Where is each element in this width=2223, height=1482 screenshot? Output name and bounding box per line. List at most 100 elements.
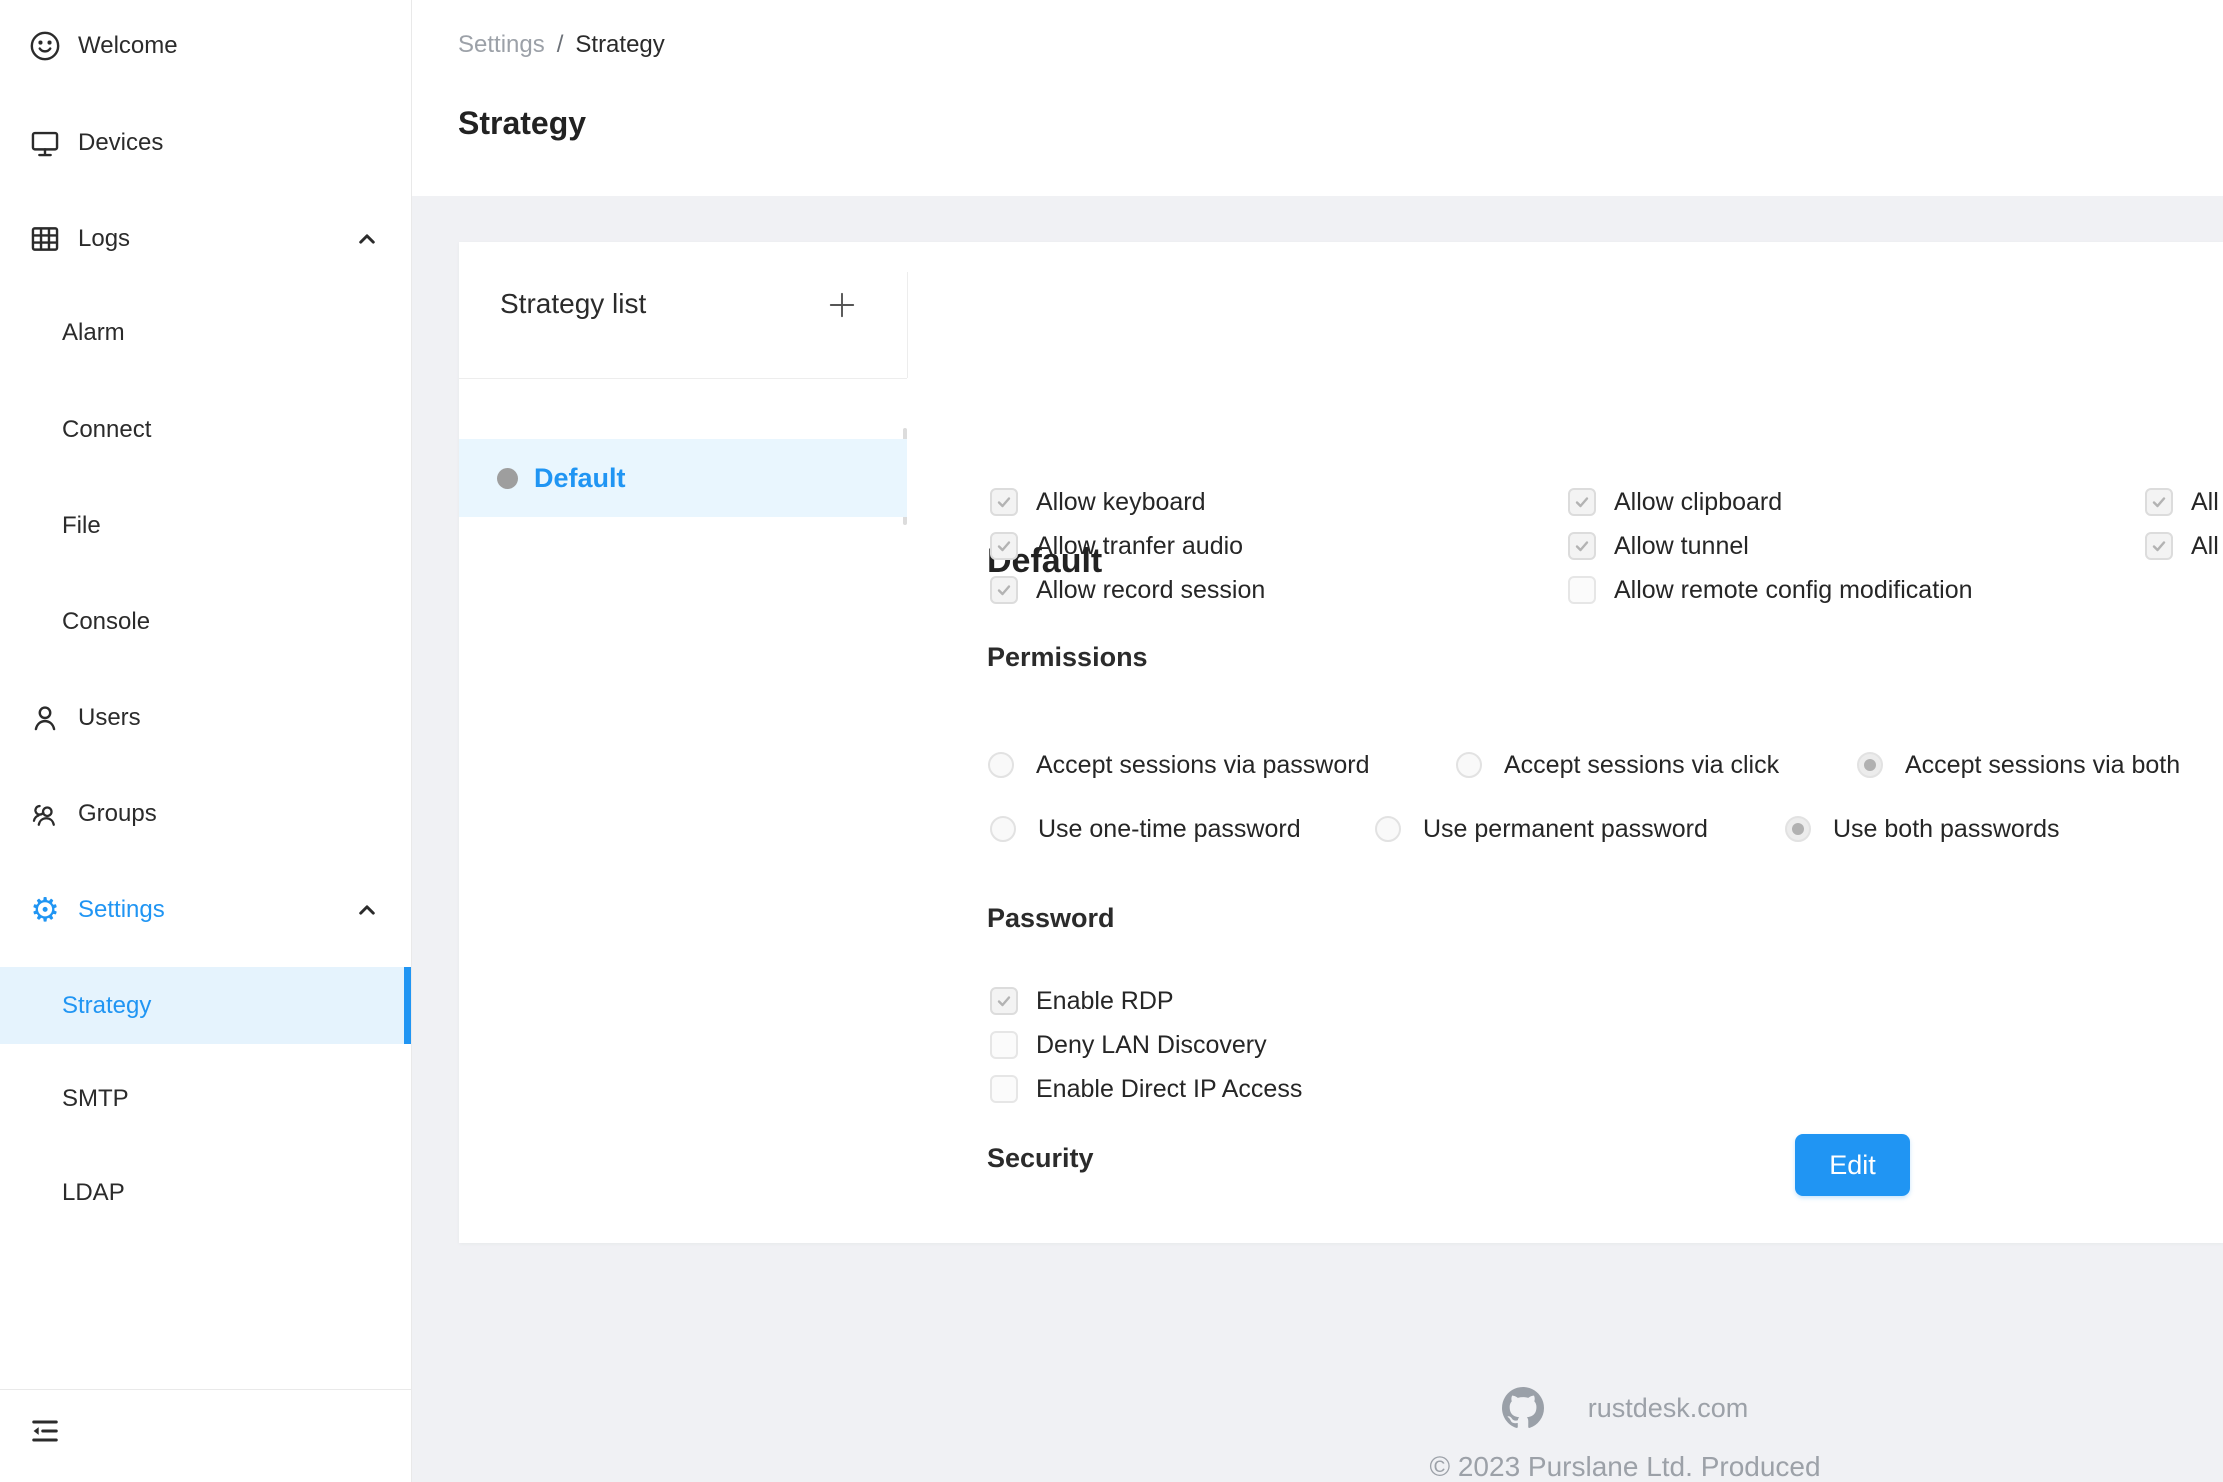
radio-use-both-passwords[interactable]: Use both passwords [1785, 815, 2060, 843]
gear-icon: ⚙ [28, 893, 62, 927]
radio-label: Use one-time password [1038, 815, 1301, 844]
radio-accept-sessions-via-click[interactable]: Accept sessions via click [1456, 751, 1779, 779]
checkbox-icon [2145, 488, 2173, 516]
dot-icon [497, 468, 518, 489]
strategy-list-divider [459, 378, 907, 379]
checkbox-label: Allow remote config modification [1614, 576, 1973, 605]
checkbox-label: Allow tunnel [1614, 532, 1749, 561]
checkbox-icon [1568, 488, 1596, 516]
radio-use-one-time-password[interactable]: Use one-time password [990, 815, 1301, 843]
sidebar-item-file[interactable]: File [0, 487, 411, 564]
chevron-up-icon [352, 895, 382, 925]
checkbox-label: Deny LAN Discovery [1036, 1031, 1267, 1060]
checkbox-icon [990, 1075, 1018, 1103]
checkbox-allow-remote-config-modification[interactable]: Allow remote config modification [1568, 576, 1973, 604]
breadcrumb-separator: / [557, 31, 564, 58]
sidebar-item-label: Settings [78, 896, 165, 924]
checkbox-icon [2145, 532, 2173, 560]
security-heading: Security [987, 1140, 1094, 1176]
page-footer: rustdesk.com © 2023 Purslane Ltd. Produc… [1125, 1386, 2125, 1482]
checkbox-deny-lan-discovery[interactable]: Deny LAN Discovery [990, 1031, 1302, 1059]
sidebar-item-alarm[interactable]: Alarm [0, 294, 411, 371]
checkbox-truncated-2[interactable]: All [2145, 532, 2219, 560]
sidebar-item-label: Groups [78, 800, 157, 828]
smiley-face-icon [28, 29, 62, 63]
strategy-list-item-default[interactable]: Default [459, 439, 907, 517]
permissions-column-1: Allow keyboard Allow tranfer audio Allow… [990, 488, 1265, 604]
plus-icon [826, 289, 858, 321]
chevron-up-icon [352, 224, 382, 254]
radio-icon [1857, 752, 1883, 778]
sidebar-item-settings[interactable]: ⚙ Settings [0, 871, 411, 948]
sidebar-item-console[interactable]: Console [0, 583, 411, 660]
sidebar-item-label: LDAP [62, 1179, 125, 1207]
sidebar-item-devices[interactable]: Devices [0, 104, 411, 181]
checkbox-allow-tranfer-audio[interactable]: Allow tranfer audio [990, 532, 1265, 560]
checkbox-allow-tunnel[interactable]: Allow tunnel [1568, 532, 1973, 560]
sidebar-item-label: Devices [78, 129, 163, 157]
radio-icon [990, 816, 1016, 842]
sidebar-item-label: Logs [78, 225, 130, 253]
checkbox-allow-clipboard[interactable]: Allow clipboard [1568, 488, 1973, 516]
breadcrumb-current: Strategy [575, 31, 664, 58]
table-grid-icon [28, 222, 62, 256]
sidebar-item-label: File [62, 512, 101, 540]
radio-label: Accept sessions via password [1036, 751, 1369, 780]
sidebar-item-welcome[interactable]: Welcome [0, 7, 411, 84]
radio-accept-sessions-via-both[interactable]: Accept sessions via both [1857, 751, 2180, 779]
copyright-text: © 2023 Purslane Ltd. Produced [1125, 1450, 2125, 1482]
sidebar-divider [0, 1389, 411, 1390]
menu-fold-icon [27, 1413, 63, 1449]
checkbox-icon [990, 488, 1018, 516]
sidebar-collapse-button[interactable] [18, 1404, 72, 1458]
checkbox-icon [1568, 576, 1596, 604]
checkbox-label: Allow clipboard [1614, 488, 1782, 517]
radio-label: Accept sessions via both [1905, 751, 2180, 780]
footer-link-row[interactable]: rustdesk.com [1125, 1386, 2125, 1430]
checkbox-label: Enable Direct IP Access [1036, 1075, 1302, 1104]
user-icon [28, 701, 62, 735]
sidebar-item-logs[interactable]: Logs [0, 200, 411, 277]
checkbox-truncated-1[interactable]: All [2145, 488, 2219, 516]
app-root: Welcome Devices Logs Alarm Connect File [0, 0, 2223, 1482]
checkbox-enable-direct-ip-access[interactable]: Enable Direct IP Access [990, 1075, 1302, 1103]
sidebar-item-strategy[interactable]: Strategy [0, 967, 411, 1044]
sidebar-item-label: SMTP [62, 1085, 129, 1113]
sidebar-item-users[interactable]: Users [0, 679, 411, 756]
checkbox-icon [990, 987, 1018, 1015]
sidebar-item-groups[interactable]: Groups [0, 775, 411, 852]
radio-icon [1785, 816, 1811, 842]
checkbox-label: All [2191, 488, 2219, 517]
radio-icon [988, 752, 1014, 778]
checkbox-allow-record-session[interactable]: Allow record session [990, 576, 1265, 604]
radio-icon [1456, 752, 1482, 778]
checkbox-icon [1568, 532, 1596, 560]
sidebar-item-connect[interactable]: Connect [0, 391, 411, 468]
strategy-list-title: Strategy list [500, 284, 646, 324]
rustdesk-link[interactable]: rustdesk.com [1588, 1393, 1749, 1424]
sidebar-item-label: Console [62, 608, 150, 636]
checkbox-label: Allow keyboard [1036, 488, 1206, 517]
breadcrumb-settings[interactable]: Settings [458, 31, 545, 58]
radio-label: Use both passwords [1833, 815, 2060, 844]
radio-use-permanent-password[interactable]: Use permanent password [1375, 815, 1708, 843]
checkbox-label: Enable RDP [1036, 987, 1174, 1016]
checkbox-label: Allow record session [1036, 576, 1265, 605]
sidebar-item-smtp[interactable]: SMTP [0, 1060, 411, 1137]
radio-accept-sessions-via-password[interactable]: Accept sessions via password [988, 751, 1369, 779]
checkbox-icon [990, 1031, 1018, 1059]
add-strategy-button[interactable] [819, 282, 865, 328]
security-column: Enable RDP Deny LAN Discovery Enable Dir… [990, 987, 1302, 1103]
checkbox-icon [990, 532, 1018, 560]
sidebar-item-ldap[interactable]: LDAP [0, 1154, 411, 1231]
radio-icon [1375, 816, 1401, 842]
github-icon[interactable] [1502, 1387, 1544, 1429]
edit-button[interactable]: Edit [1795, 1134, 1910, 1196]
checkbox-enable-rdp[interactable]: Enable RDP [990, 987, 1302, 1015]
permissions-heading: Permissions [987, 639, 1148, 675]
sidebar-item-label: Welcome [78, 32, 178, 60]
radio-label: Use permanent password [1423, 815, 1708, 844]
checkbox-icon [990, 576, 1018, 604]
page-header: Settings/Strategy Strategy [412, 0, 2223, 196]
checkbox-allow-keyboard[interactable]: Allow keyboard [990, 488, 1265, 516]
